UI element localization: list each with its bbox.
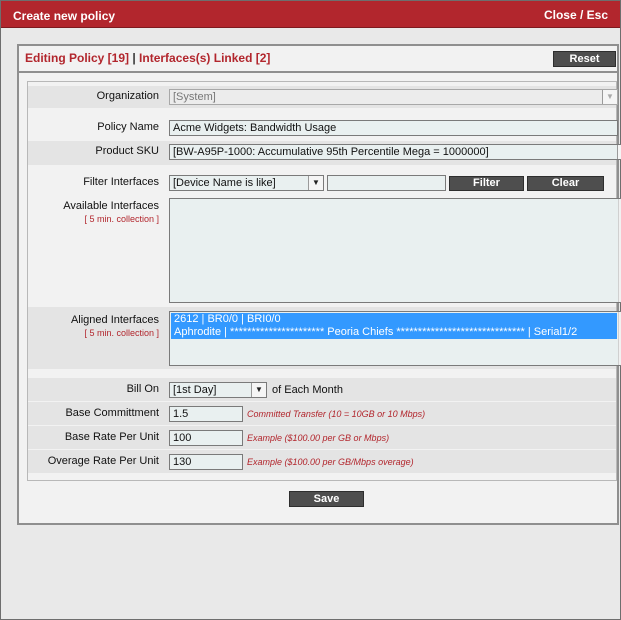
product-sku-value: [BW-A95P-1000: Accumulative 95th Percent… <box>173 146 489 158</box>
filter-type-value: [Device Name is like] <box>173 177 276 189</box>
base-commitment-input[interactable]: 1.5 <box>169 406 243 422</box>
product-sku-select[interactable]: [BW-A95P-1000: Accumulative 95th Percent… <box>169 144 621 160</box>
base-rate-label: Base Rate Per Unit <box>64 431 159 443</box>
overage-rate-hint: Example ($100.00 per GB/Mbps overage) <box>247 457 414 467</box>
base-commitment-hint: Committed Transfer (10 = 10GB or 10 Mbps… <box>247 409 426 419</box>
close-button[interactable]: Close / Esc <box>544 8 608 22</box>
overage-rate-label: Overage Rate Per Unit <box>47 455 159 467</box>
filter-text-input[interactable] <box>327 175 446 191</box>
dialog-title: Create new policy <box>13 9 116 23</box>
policy-name-input[interactable]: Acme Widgets: Bandwidth Usage <box>169 120 618 136</box>
filter-button[interactable]: Filter <box>449 176 524 191</box>
filter-type-select[interactable]: [Device Name is like] ▼ <box>169 175 324 191</box>
panel-header: Editing Policy [19] | Interfaces(s) Link… <box>19 46 617 73</box>
reset-button[interactable]: Reset <box>553 51 616 67</box>
bill-on-label: Bill On <box>126 383 159 395</box>
editing-policy-label: Editing Policy [19] <box>25 51 130 65</box>
list-item[interactable]: 2612 | BR0/0 | BRI0/0 <box>171 313 617 326</box>
chevron-down-icon: ▼ <box>617 145 621 159</box>
organization-label: Organization <box>96 90 159 102</box>
panel-heading: Editing Policy [19] | Interfaces(s) Link… <box>25 51 270 65</box>
bill-on-suffix: of Each Month <box>272 384 343 396</box>
policy-form: Organization [System] ▼ Policy Name Acme… <box>27 81 621 481</box>
organization-select: [System] ▼ <box>169 89 618 105</box>
base-rate-hint: Example ($100.00 per GB or Mbps) <box>247 433 390 443</box>
policy-name-label: Policy Name <box>97 121 159 133</box>
available-interfaces-label: Available Interfaces <box>63 200 159 212</box>
aligned-interfaces-list[interactable]: 2612 | BR0/0 | BRI0/0 Aphrodite | ******… <box>169 311 621 366</box>
chevron-down-icon: ▼ <box>602 90 617 104</box>
chevron-down-icon: ▼ <box>251 383 266 397</box>
available-interfaces-list[interactable]: ▲ ▼ <box>169 198 621 303</box>
base-rate-input[interactable]: 100 <box>169 430 243 446</box>
heading-separator: | <box>129 51 140 65</box>
aligned-interfaces-sub: [ 5 min. collection ] <box>84 328 159 338</box>
chevron-down-icon: ▼ <box>308 176 323 190</box>
available-interfaces-sub: [ 5 min. collection ] <box>84 214 159 224</box>
policy-panel: Editing Policy [19] | Interfaces(s) Link… <box>17 44 621 525</box>
product-sku-label: Product SKU <box>95 145 159 157</box>
organization-value: [System] <box>173 91 216 103</box>
bill-on-select[interactable]: [1st Day] ▼ <box>169 382 267 398</box>
interfaces-linked-label: Interfaces(s) Linked [2] <box>139 51 271 65</box>
filter-interfaces-label: Filter Interfaces <box>83 176 159 188</box>
list-item[interactable]: Aphrodite | ********************** Peori… <box>171 326 617 339</box>
aligned-interfaces-label: Aligned Interfaces <box>70 314 159 326</box>
clear-button[interactable]: Clear <box>527 176 604 191</box>
save-button[interactable]: Save <box>289 491 364 507</box>
overage-rate-input[interactable]: 130 <box>169 454 243 470</box>
base-commitment-label: Base Committment <box>65 407 159 419</box>
create-policy-dialog: Create new policy Close / Esc Editing Po… <box>0 0 621 620</box>
dialog-titlebar: Create new policy Close / Esc <box>1 1 620 28</box>
aligned-items: 2612 | BR0/0 | BRI0/0 Aphrodite | ******… <box>171 313 617 339</box>
bill-on-value: [1st Day] <box>173 384 217 396</box>
